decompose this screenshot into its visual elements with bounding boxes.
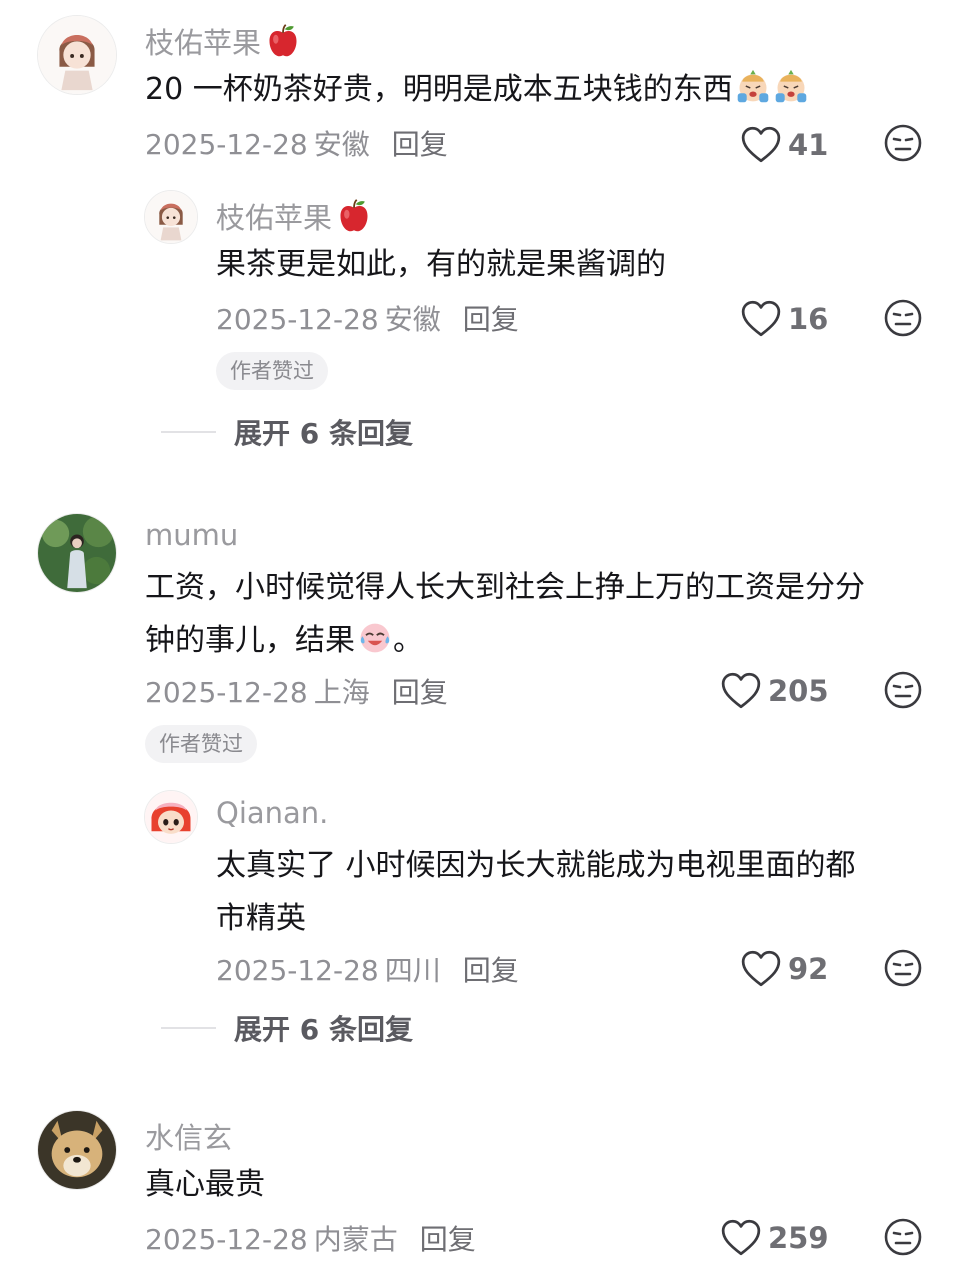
avatar-cartoon-image: [145, 791, 197, 843]
neutral-face-icon[interactable]: [883, 123, 923, 163]
reply-username[interactable]: Qianan.: [216, 796, 328, 830]
neutral-face-icon[interactable]: [883, 298, 923, 338]
comment-location: 安徽: [313, 128, 370, 161]
comment-meta: 2025-12-28 内蒙古 回复: [145, 1218, 476, 1258]
heart-icon: [720, 670, 762, 712]
author-liked-badge: 作者赞过: [216, 352, 328, 390]
reply-meta: 2025-12-28 安徽 回复: [216, 298, 519, 338]
author-liked-badge: 作者赞过: [145, 725, 257, 763]
comment-username[interactable]: 枝佑苹果: [145, 20, 301, 62]
comment-text: 20 一杯奶茶好贵，明明是成本五块钱的东西: [145, 63, 809, 116]
reply-meta: 2025-12-28 四川 回复: [216, 949, 519, 989]
like-button[interactable]: 92: [740, 948, 828, 990]
heart-icon: [740, 948, 782, 990]
apple-emoji: [336, 198, 372, 234]
like-button[interactable]: 41: [740, 124, 828, 166]
crying-emoji: [773, 69, 809, 105]
reply-username[interactable]: 枝佑苹果: [216, 195, 372, 237]
divider: [161, 1027, 216, 1029]
apple-emoji: [265, 23, 301, 59]
reply-location: 安徽: [384, 303, 441, 336]
neutral-face-icon[interactable]: [883, 948, 923, 988]
avatar[interactable]: [37, 1110, 117, 1190]
reply-text: 果茶更是如此，有的就是果酱调的: [216, 247, 666, 282]
like-button[interactable]: 16: [740, 298, 828, 340]
heart-icon: [740, 124, 782, 166]
reply-button[interactable]: 回复: [392, 676, 448, 709]
reply-location: 四川: [384, 954, 441, 987]
reply-text: 太真实了 小时候因为长大就能成为电视里面的都 市精英: [216, 848, 856, 936]
comment-location: 内蒙古: [313, 1223, 398, 1256]
heart-icon: [740, 298, 782, 340]
like-count: 259: [768, 1221, 829, 1255]
laugh-cry-emoji: [357, 620, 393, 656]
like-button[interactable]: 259: [720, 1217, 829, 1259]
comment-date: 2025-12-28: [145, 128, 308, 161]
avatar[interactable]: [37, 15, 117, 95]
heart-icon: [720, 1217, 762, 1259]
reply-button[interactable]: 回复: [463, 954, 519, 987]
reply-avatar[interactable]: [144, 790, 198, 844]
avatar-girl-image: [145, 191, 197, 243]
crying-emoji: [735, 69, 771, 105]
avatar-photo-image: [38, 514, 116, 592]
neutral-face-icon[interactable]: [883, 670, 923, 710]
comment-text: 工资，小时候觉得人长大到社会上挣上万的工资是分分 钟的事儿，结果。: [145, 570, 865, 658]
reply-button[interactable]: 回复: [463, 303, 519, 336]
reply-date: 2025-12-28: [216, 303, 379, 336]
expand-replies-button[interactable]: 展开 6 条回复: [161, 412, 413, 452]
comment-location: 上海: [313, 676, 370, 709]
comment-meta: 2025-12-28 安徽 回复: [145, 123, 448, 163]
expand-replies-button[interactable]: 展开 6 条回复: [161, 1008, 413, 1048]
avatar[interactable]: [37, 513, 117, 593]
neutral-face-icon[interactable]: [883, 1217, 923, 1257]
comment-text: 真心最贵: [145, 1167, 265, 1202]
like-count: 92: [788, 952, 829, 986]
like-count: 41: [788, 128, 829, 162]
comment-date: 2025-12-28: [145, 676, 308, 709]
avatar-doge-image: [38, 1111, 116, 1189]
reply-button[interactable]: 回复: [420, 1223, 476, 1256]
like-count: 205: [768, 674, 829, 708]
like-button[interactable]: 205: [720, 670, 829, 712]
reply-date: 2025-12-28: [216, 954, 379, 987]
comment-date: 2025-12-28: [145, 1223, 308, 1256]
divider: [161, 431, 216, 433]
comment-meta: 2025-12-28 上海 回复: [145, 671, 448, 711]
avatar-girl-image: [38, 16, 116, 94]
like-count: 16: [788, 302, 829, 336]
comment-username[interactable]: 水信玄: [145, 1115, 232, 1157]
reply-avatar[interactable]: [144, 190, 198, 244]
comment-username[interactable]: mumu: [145, 518, 238, 552]
reply-button[interactable]: 回复: [392, 128, 448, 161]
